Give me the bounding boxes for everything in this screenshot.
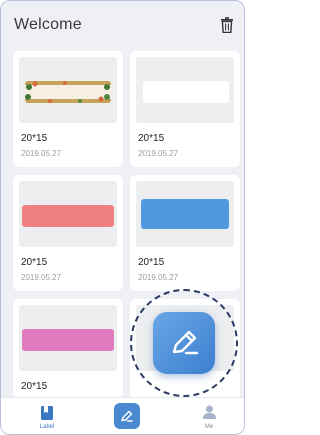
plain-label-bar bbox=[143, 81, 229, 103]
tab-me[interactable]: Me bbox=[184, 398, 234, 434]
pink-label-bar bbox=[22, 329, 114, 351]
bookmark-icon bbox=[41, 406, 53, 420]
floral-label-bar bbox=[25, 81, 111, 103]
red-label-bar bbox=[22, 205, 114, 227]
card-size: 20*15 bbox=[138, 257, 165, 268]
label-card[interactable]: 20*15 2019.05.27 bbox=[130, 51, 240, 167]
card-size: 20*15 bbox=[21, 133, 48, 144]
label-card[interactable]: 20*15 2019.05.27 bbox=[130, 175, 240, 291]
card-size: 20*15 bbox=[21, 257, 48, 268]
label-thumbnail bbox=[19, 181, 117, 247]
edit-fab-button[interactable] bbox=[153, 312, 215, 374]
tab-label[interactable]: Label bbox=[22, 398, 72, 434]
user-icon bbox=[203, 405, 216, 419]
app-frame: Welcome 20*15 2019.05.27 20*15 2019.05.2… bbox=[0, 0, 245, 435]
page-title: Welcome bbox=[14, 16, 82, 33]
card-size: 20*15 bbox=[138, 133, 165, 144]
label-thumbnail bbox=[19, 57, 117, 123]
tab-me-text: Me bbox=[204, 424, 214, 430]
blue-label-bar bbox=[141, 199, 229, 229]
tab-label-text: Label bbox=[39, 424, 55, 430]
card-date: 2019.05.27 bbox=[138, 149, 179, 158]
card-size: 20*15 bbox=[21, 381, 48, 392]
card-date: 2019.05.27 bbox=[138, 273, 179, 282]
label-card[interactable]: 20*15 2019.05.27 bbox=[13, 175, 123, 291]
label-thumbnail bbox=[19, 305, 117, 371]
card-date: 2019.05.27 bbox=[21, 149, 62, 158]
label-thumbnail bbox=[136, 57, 234, 123]
edit-icon bbox=[172, 330, 199, 355]
label-card[interactable]: 20*15 2019.05.27 bbox=[13, 51, 123, 167]
trash-icon[interactable] bbox=[220, 17, 234, 33]
label-thumbnail bbox=[136, 181, 234, 247]
tab-edit-button[interactable] bbox=[114, 403, 140, 429]
header: Welcome bbox=[1, 1, 244, 47]
card-date: 2019.05.27 bbox=[21, 273, 62, 282]
label-card[interactable]: 20*15 bbox=[13, 299, 123, 399]
edit-icon bbox=[121, 410, 133, 422]
